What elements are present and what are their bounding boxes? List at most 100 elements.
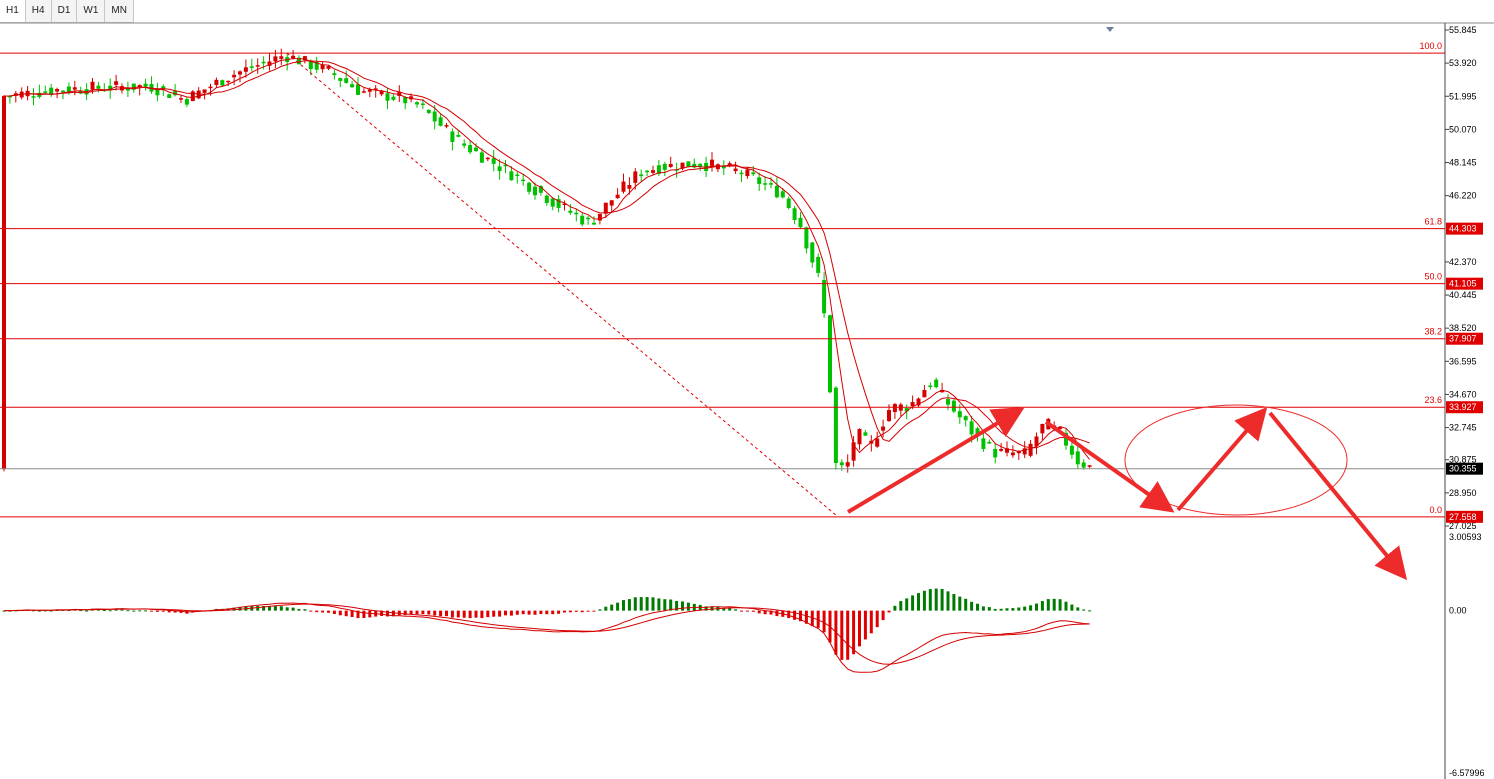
candle-body bbox=[1069, 445, 1074, 455]
macd-histogram-bar bbox=[439, 610, 443, 617]
macd-histogram-bar bbox=[616, 602, 620, 611]
macd-histogram-bar bbox=[580, 610, 584, 613]
macd-histogram-bar bbox=[1023, 606, 1027, 611]
fib-price-label: 44.303 bbox=[1449, 224, 1477, 234]
macd-histogram-bar bbox=[321, 610, 325, 613]
macd-histogram-bar bbox=[598, 609, 602, 611]
candle-body bbox=[833, 387, 838, 464]
scroll-marker-icon[interactable] bbox=[1106, 27, 1114, 32]
candle-body bbox=[356, 84, 360, 95]
macd-histogram-bar bbox=[728, 608, 732, 611]
macd-axis-label: 3.00593 bbox=[1449, 532, 1482, 542]
candle-body bbox=[31, 96, 36, 98]
candle-body bbox=[179, 98, 183, 100]
price-tick-label: 42.370 bbox=[1449, 257, 1477, 267]
macd-histogram-bar bbox=[332, 610, 336, 614]
macd-histogram-bar bbox=[509, 610, 513, 616]
candle-body bbox=[999, 449, 1004, 451]
candle-body bbox=[745, 169, 750, 177]
candle-body bbox=[1028, 443, 1033, 456]
price-tick-label: 34.670 bbox=[1449, 389, 1477, 399]
candle-body bbox=[249, 66, 254, 68]
macd-histogram-bar bbox=[456, 610, 460, 618]
macd-histogram-bar bbox=[462, 610, 466, 618]
annotation-ellipse bbox=[1124, 404, 1348, 516]
macd-histogram-bar bbox=[622, 600, 625, 611]
candle-body bbox=[361, 91, 366, 93]
candle-body bbox=[444, 125, 449, 127]
fib-price-label: 37.907 bbox=[1449, 334, 1477, 344]
fib-level-label: 61.8 bbox=[1424, 217, 1442, 227]
macd-histogram-bar bbox=[568, 610, 572, 613]
macd-histogram-bar bbox=[651, 597, 655, 611]
candle-body bbox=[987, 441, 992, 444]
macd-histogram-bar bbox=[610, 604, 614, 611]
candle-body bbox=[586, 217, 591, 220]
candle-body bbox=[456, 134, 461, 137]
candle-body bbox=[550, 198, 555, 207]
candle-body bbox=[61, 90, 65, 93]
macd-histogram-bar bbox=[1046, 599, 1050, 611]
candle-body bbox=[468, 145, 473, 153]
candle-body bbox=[828, 315, 832, 393]
candle-body bbox=[1087, 465, 1092, 467]
fib-price-label: 27.558 bbox=[1449, 512, 1477, 522]
macd-histogram-bar bbox=[899, 601, 903, 611]
macd-histogram-bar bbox=[964, 598, 968, 611]
macd-axis-label: 0.00 bbox=[1449, 606, 1467, 616]
macd-histogram-bar bbox=[863, 610, 867, 640]
macd-histogram-bar bbox=[981, 606, 985, 611]
macd-histogram-bar bbox=[545, 610, 549, 615]
macd-histogram-bar bbox=[976, 603, 979, 611]
macd-histogram-bar bbox=[1064, 601, 1068, 611]
candle-body bbox=[957, 411, 962, 418]
candle-body bbox=[72, 87, 77, 90]
candle-body bbox=[190, 91, 195, 102]
candle-body bbox=[857, 429, 862, 445]
candle-body bbox=[981, 438, 986, 449]
candle-body bbox=[332, 73, 337, 76]
macd-histogram-bar bbox=[633, 597, 637, 611]
macd-histogram-bar bbox=[740, 610, 743, 612]
macd-histogram-bar bbox=[881, 610, 885, 621]
macd-histogram-bar bbox=[155, 610, 159, 612]
macd-histogram-bar bbox=[999, 608, 1003, 611]
candle-body bbox=[757, 177, 762, 184]
macd-histogram-bar bbox=[734, 609, 738, 611]
candle-body bbox=[633, 171, 638, 183]
macd-histogram-bar bbox=[928, 589, 932, 611]
macd-histogram-bar bbox=[515, 610, 519, 615]
macd-histogram-bar bbox=[1005, 608, 1009, 611]
candle-body bbox=[922, 390, 927, 398]
price-chart[interactable]: 55.845 53.920 51.995 50.070 48.145 46.220 42.3… bbox=[0, 0, 1494, 779]
candle-body bbox=[751, 172, 756, 175]
price-tick-label: 51.995 bbox=[1449, 91, 1477, 101]
candle-body bbox=[243, 67, 248, 72]
candle-body bbox=[621, 181, 626, 192]
macd-histogram-bar bbox=[592, 610, 596, 612]
macd-histogram-bar bbox=[138, 610, 142, 612]
macd-histogram-bar bbox=[1011, 608, 1015, 611]
candle-body bbox=[639, 174, 644, 177]
candle-body bbox=[574, 212, 579, 215]
candle-body bbox=[592, 222, 596, 225]
candle-body bbox=[474, 147, 478, 152]
macd-histogram-bar bbox=[285, 607, 289, 611]
macd-histogram-bar bbox=[751, 610, 755, 612]
macd-histogram-bar bbox=[958, 596, 962, 611]
annotation-arrow bbox=[1268, 411, 1408, 581]
fib-level-label: 50.0 bbox=[1424, 272, 1442, 282]
candle-body bbox=[875, 438, 880, 447]
candle-body bbox=[863, 432, 868, 436]
candle-body bbox=[645, 170, 650, 173]
macd-histogram-bar bbox=[551, 610, 555, 615]
candle-body bbox=[839, 462, 844, 466]
price-tick-label: 53.920 bbox=[1449, 58, 1477, 68]
macd-histogram-bar bbox=[639, 597, 643, 611]
candle-body bbox=[43, 91, 48, 93]
candle-body bbox=[769, 183, 773, 185]
macd-histogram-bar bbox=[922, 590, 926, 611]
candle-body bbox=[603, 202, 608, 214]
macd-histogram-bar bbox=[291, 607, 295, 611]
macd-histogram-bar bbox=[1058, 599, 1062, 611]
